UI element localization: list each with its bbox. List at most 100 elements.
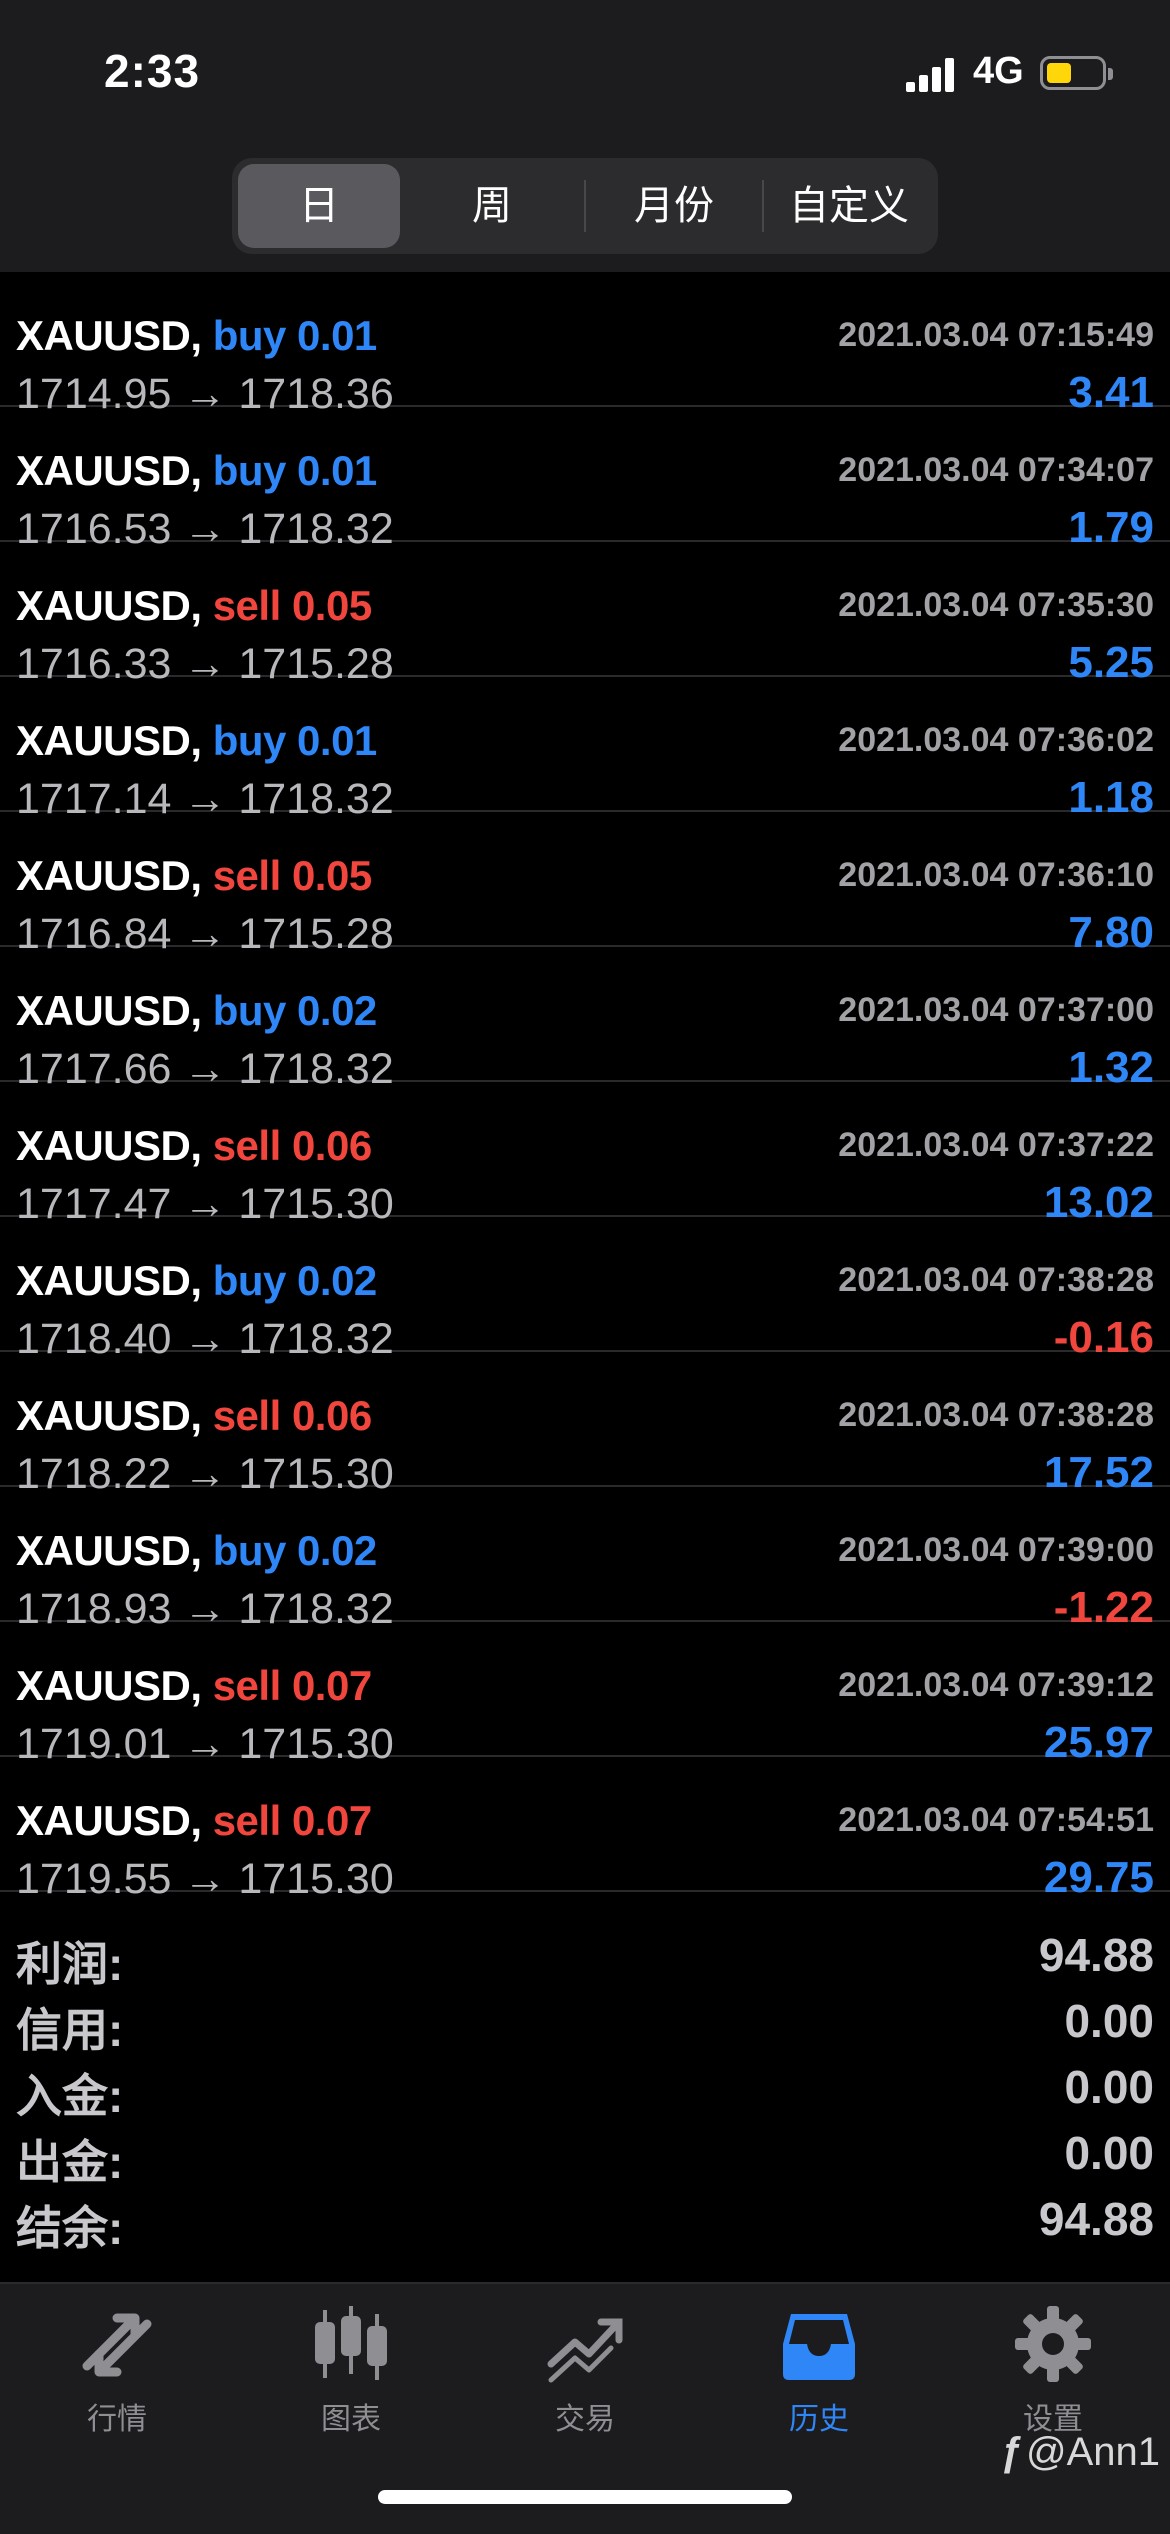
tab-history[interactable]: 历史 [702,2304,936,2438]
deal-side: sell [212,1392,282,1439]
summary-value: 0.00 [1064,2127,1154,2179]
deal-history-list[interactable]: XAUUSD, buy 0.01 2021.03.04 07:15:49 1714.… [0,272,1170,1903]
symbol-text: XAUUSD, [16,717,202,764]
symbol-text: XAUUSD, [16,987,202,1034]
deal-volume: 0.05 [291,852,372,899]
summary-panel: 利润: 94.88 信用: 0.00 入金: 0.00 出金: 0.00 结余: 94.88 [0,1922,1170,2254]
deal-symbol: XAUUSD, sell 0.06 [16,1122,372,1170]
summary-label: 出金: [16,2136,124,2188]
deal-time: 2021.03.04 07:34:07 [838,451,1154,489]
segment-month[interactable]: 月份 [588,164,760,248]
summary-label: 利润: [16,1938,124,1990]
tab-label: 行情 [87,2403,147,2436]
deal-time: 2021.03.04 07:36:02 [838,721,1154,759]
tab-quotes[interactable]: 行情 [0,2304,234,2438]
deal-side: sell [212,1662,282,1709]
symbol-text: XAUUSD, [16,1392,202,1439]
deal-time: 2021.03.04 07:39:00 [838,1531,1154,1569]
segment-custom[interactable]: 自定义 [766,164,932,248]
deal-profit: 29.75 [1043,1853,1154,1902]
deal-time: 2021.03.04 07:38:28 [838,1261,1154,1299]
segment-divider [584,180,586,232]
summary-value: 0.00 [1064,1995,1154,2047]
deal-side: buy [212,717,287,764]
deal-volume: 0.06 [291,1392,372,1439]
gear-icon [1015,2306,1091,2382]
symbol-text: XAUUSD, [16,1662,202,1709]
summary-row: 出金: 0.00 [0,2120,1170,2188]
deal-time: 2021.03.04 07:38:28 [838,1396,1154,1434]
weibo-logo-icon: ƒ [999,2430,1022,2474]
tab-label: 交易 [555,2403,615,2436]
deal-symbol: XAUUSD, buy 0.01 [16,447,377,495]
summary-label: 入金: [16,2070,124,2122]
deal-row[interactable]: XAUUSD, buy 0.02 2021.03.04 07:39:00 1718.… [0,1487,1170,1633]
deal-symbol: XAUUSD, buy 0.02 [16,1527,377,1575]
deal-volume: 0.02 [297,1257,377,1304]
deal-volume: 0.01 [297,312,377,359]
deal-symbol: XAUUSD, sell 0.07 [16,1797,372,1845]
cellular-signal-icon [906,58,954,92]
deal-side: sell [212,1797,282,1844]
summary-row: 入金: 0.00 [0,2054,1170,2122]
deal-row[interactable]: XAUUSD, sell 0.07 2021.03.04 07:39:12 1719… [0,1622,1170,1768]
deal-volume: 0.01 [297,447,377,494]
deal-row[interactable]: XAUUSD, buy 0.01 2021.03.04 07:34:07 1716.… [0,407,1170,553]
deal-side: sell [212,582,282,629]
summary-value: 94.88 [1038,1929,1154,1981]
battery-icon [1040,56,1113,90]
deal-time: 2021.03.04 07:54:51 [838,1801,1154,1839]
summary-value: 94.88 [1038,2193,1154,2245]
deal-row[interactable]: XAUUSD, buy 0.02 2021.03.04 07:38:28 1718.… [0,1217,1170,1363]
deal-symbol: XAUUSD, sell 0.06 [16,1392,372,1440]
deal-volume: 0.01 [297,717,377,764]
deal-side: buy [212,1527,287,1574]
deal-prices: 1719.55 → 1715.30 [16,1855,394,1903]
deal-side: sell [212,852,282,899]
summary-label: 结余: [16,2202,124,2254]
tab-trade[interactable]: 交易 [468,2304,702,2438]
deal-symbol: XAUUSD, buy 0.01 [16,312,377,360]
deal-row[interactable]: XAUUSD, buy 0.01 2021.03.04 07:36:02 1717.… [0,677,1170,823]
summary-row: 信用: 0.00 [0,1988,1170,2056]
symbol-text: XAUUSD, [16,447,202,494]
deal-row[interactable]: XAUUSD, sell 0.07 2021.03.04 07:54:51 1719… [0,1757,1170,1903]
deal-symbol: XAUUSD, buy 0.02 [16,987,377,1035]
tab-chart[interactable]: 图表 [234,2304,468,2438]
network-type: 4G [973,50,1024,92]
watermark-text: @Ann1 [1025,2430,1160,2474]
deal-volume: 0.02 [297,1527,377,1574]
deal-row[interactable]: XAUUSD, sell 0.05 2021.03.04 07:36:10 1716… [0,812,1170,958]
deal-time: 2021.03.04 07:39:12 [838,1666,1154,1704]
home-indicator[interactable] [378,2490,792,2504]
deal-symbol: XAUUSD, buy 0.02 [16,1257,377,1305]
deal-side: buy [212,447,287,494]
deal-volume: 0.05 [291,582,372,629]
tab-label: 图表 [321,2403,381,2436]
deal-row[interactable]: XAUUSD, sell 0.06 2021.03.04 07:38:28 1718… [0,1352,1170,1498]
deal-volume: 0.07 [291,1797,372,1844]
deal-volume: 0.07 [291,1662,372,1709]
deal-time: 2021.03.04 07:36:10 [838,856,1154,894]
deal-symbol: XAUUSD, sell 0.07 [16,1662,372,1710]
symbol-text: XAUUSD, [16,582,202,629]
summary-row: 利润: 94.88 [0,1922,1170,1990]
symbol-text: XAUUSD, [16,852,202,899]
trade-icon [547,2318,623,2383]
deal-row[interactable]: XAUUSD, buy 0.01 2021.03.04 07:15:49 1714.… [0,272,1170,418]
quotes-icon [82,2313,152,2377]
summary-value: 0.00 [1064,2061,1154,2113]
deal-time: 2021.03.04 07:35:30 [838,586,1154,624]
deal-symbol: XAUUSD, sell 0.05 [16,582,372,630]
deal-row[interactable]: XAUUSD, sell 0.06 2021.03.04 07:37:22 1717… [0,1082,1170,1228]
segment-day[interactable]: 日 [238,164,400,248]
status-time: 2:33 [104,45,201,97]
deal-row[interactable]: XAUUSD, buy 0.02 2021.03.04 07:37:00 1717.… [0,947,1170,1093]
tab-settings[interactable]: 设置 [936,2304,1170,2438]
deal-time: 2021.03.04 07:37:22 [838,1126,1154,1164]
chart-candles-icon [315,2306,387,2380]
symbol-text: XAUUSD, [16,1257,202,1304]
segment-week[interactable]: 周 [404,164,580,248]
deal-row[interactable]: XAUUSD, sell 0.05 2021.03.04 07:35:30 1716… [0,542,1170,688]
summary-label: 信用: [16,2004,124,2056]
